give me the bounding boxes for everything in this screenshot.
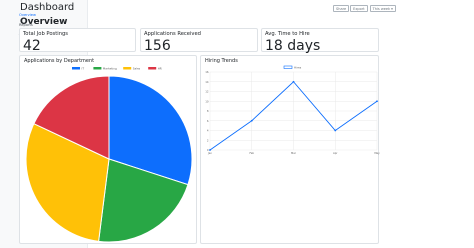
page-title: Dashboard [20, 2, 75, 13]
data-point[interactable] [250, 119, 253, 122]
data-point[interactable] [334, 129, 337, 132]
legend-swatch-marketing [93, 67, 102, 70]
legend-label-hr: HR [158, 67, 162, 71]
date-range-dropdown[interactable]: This week ▾ [369, 5, 396, 12]
data-point[interactable] [209, 149, 211, 151]
y-tick-label: 14 [205, 80, 209, 84]
y-tick-label: 6 [207, 119, 209, 123]
pie-chart-card: Applications by Department IT Marketing Sa… [19, 55, 197, 244]
metric-label: Applications Received [144, 31, 201, 37]
line-chart: Hires0246810121416Jan Feb Mar Apr May [205, 65, 380, 156]
legend-swatch-sales [123, 67, 132, 70]
data-point[interactable] [376, 100, 378, 103]
metric-label: Total Job Postings [23, 31, 68, 37]
x-tick-label: Mar [291, 151, 297, 155]
metric-value: 18 days [265, 38, 321, 54]
y-tick-label: 2 [207, 138, 209, 142]
metric-card-applications: Applications Received 156 [140, 28, 258, 54]
metric-card-job-postings: Total Job Postings 42 [19, 28, 136, 54]
y-tick-label: 16 [205, 70, 209, 74]
y-tick-label: 12 [205, 90, 209, 94]
legend-swatch-it [72, 67, 80, 70]
legend-swatch-hires [283, 65, 293, 69]
metric-value: 156 [144, 38, 171, 54]
x-tick-label: May [374, 151, 380, 155]
legend-label-hires: Hires [294, 66, 302, 70]
pie-chart: IT Marketing Sales HR [25, 67, 193, 243]
legend-label-it: IT [81, 67, 84, 71]
metric-label: Avg. Time to Hire [265, 31, 310, 37]
y-tick-label: 4 [207, 129, 209, 133]
metric-value: 42 [23, 38, 41, 54]
y-tick-label: 8 [207, 109, 209, 113]
legend-label-marketing: Marketing [103, 67, 117, 71]
legend-swatch-hr [148, 67, 157, 70]
export-button[interactable]: Export [350, 5, 368, 12]
share-button[interactable]: Share [333, 5, 350, 12]
section-title: Overview [20, 17, 68, 27]
metric-card-time-to-hire: Avg. Time to Hire 18 days [261, 28, 379, 54]
x-tick-label: Apr [333, 151, 338, 155]
x-tick-label: Jan [207, 151, 212, 155]
legend-label-sales: Sales [133, 67, 141, 71]
data-point[interactable] [292, 80, 295, 83]
x-tick-label: Feb [249, 151, 254, 155]
line-chart-card: Hiring Trends Hires 0 2 4 6 8 10 12 14 16 Jan Feb Ma… [200, 55, 380, 244]
header-actions: Share Export This week ▾ [332, 5, 396, 12]
y-tick-label: 10 [205, 99, 209, 103]
